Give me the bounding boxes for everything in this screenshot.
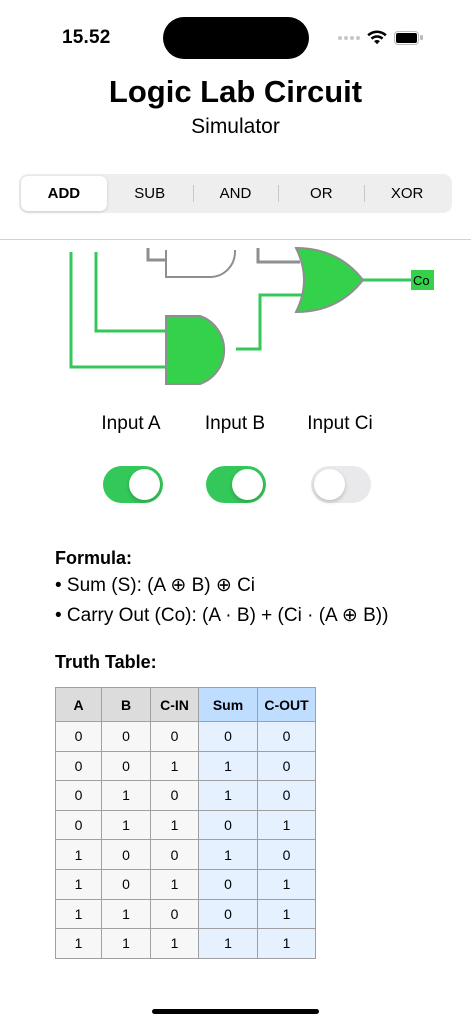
cell-sum: 1 (198, 750, 258, 782)
status-indicators (338, 30, 423, 45)
operation-picker: ADD SUB AND OR XOR (19, 174, 452, 213)
table-row: 1 0 1 0 1 (55, 868, 316, 900)
or-gate (294, 246, 365, 314)
toggle-knob (232, 469, 263, 500)
input-a-label: Input A (101, 413, 161, 434)
segment-xor[interactable]: XOR (364, 176, 450, 211)
cell-a: 1 (55, 928, 102, 959)
cell-sum: 0 (198, 721, 258, 752)
cell-sum: 0 (198, 898, 258, 930)
toggle-knob (314, 469, 345, 500)
header-c-out: C-OUT (257, 687, 316, 722)
table-row: 0 0 1 1 0 (55, 750, 316, 782)
truth-table: A B C-IN Sum C-OUT 0 0 0 0 0 0 0 1 1 0 0… (55, 687, 316, 959)
table-row: 0 0 0 0 0 (55, 721, 316, 752)
cell-a: 1 (55, 898, 102, 930)
table-row: 0 1 1 0 1 (55, 809, 316, 841)
cell-c-in: 1 (150, 809, 199, 841)
cell-sum: 1 (198, 928, 258, 959)
input-b-toggle[interactable] (206, 466, 266, 503)
status-time: 15.52 (62, 27, 111, 48)
segment-and[interactable]: AND (192, 176, 279, 211)
table-row: 0 1 0 1 0 (55, 780, 316, 811)
cell-b: 1 (101, 928, 151, 959)
formula-carry: • Carry Out (Co): (A · B) + (Ci · (A ⊕ B… (55, 605, 389, 626)
toggle-knob (129, 469, 160, 500)
cell-c-out: 1 (257, 809, 316, 841)
cell-sum: 0 (198, 809, 258, 841)
segment-add[interactable]: ADD (21, 176, 107, 211)
cell-c-out: 1 (257, 898, 316, 930)
page-title: Logic Lab Circuit (108, 74, 363, 109)
header-c-in: C-IN (150, 687, 199, 722)
cell-b: 0 (101, 868, 151, 900)
cell-c-in: 0 (150, 839, 199, 870)
inactive-and-gate (165, 250, 236, 278)
cell-b: 0 (101, 750, 151, 782)
cell-c-out: 0 (257, 839, 316, 870)
header-a: A (55, 687, 102, 722)
input-ci-toggle[interactable] (311, 466, 371, 503)
inactive-wire (256, 248, 300, 264)
cell-c-in: 0 (150, 780, 199, 811)
cell-a: 0 (55, 780, 102, 811)
formula-sum: • Sum (S): (A ⊕ B) ⊕ Ci (55, 575, 256, 596)
cell-c-in: 1 (150, 868, 199, 900)
cell-sum: 0 (198, 868, 258, 900)
input-a-toggle[interactable] (103, 466, 163, 503)
cell-b: 1 (101, 809, 151, 841)
dynamic-island (163, 17, 309, 59)
header-sum: Sum (198, 687, 258, 722)
circuit-diagram: Co (69, 246, 434, 385)
wifi-icon (367, 30, 387, 45)
segment-or[interactable]: OR (278, 176, 364, 211)
truth-table-header-row: A B C-IN Sum C-OUT (55, 687, 316, 722)
header-b: B (101, 687, 151, 722)
cell-b: 1 (101, 898, 151, 930)
cell-a: 1 (55, 839, 102, 870)
cell-a: 1 (55, 868, 102, 900)
cell-a: 0 (55, 750, 102, 782)
cell-c-in: 0 (150, 898, 199, 930)
table-row: 1 1 1 1 1 (55, 928, 316, 959)
cell-sum: 1 (198, 839, 258, 870)
table-row: 1 0 0 1 0 (55, 839, 316, 870)
cell-b: 1 (101, 780, 151, 811)
page-subtitle: Simulator (191, 115, 280, 138)
cell-b: 0 (101, 721, 151, 752)
segment-sub[interactable]: SUB (107, 176, 193, 211)
cell-c-out: 1 (257, 928, 316, 959)
cell-c-in: 1 (150, 750, 199, 782)
cell-a: 0 (55, 809, 102, 841)
cell-b: 0 (101, 839, 151, 870)
cell-c-out: 0 (257, 780, 316, 811)
wire-a (69, 252, 168, 369)
input-ci-label: Input Ci (307, 413, 373, 434)
battery-icon (394, 30, 423, 45)
cell-c-in: 1 (150, 928, 199, 959)
formula-title: Formula: (55, 548, 133, 568)
wire-and-to-or (236, 293, 303, 351)
home-indicator[interactable] (152, 1009, 319, 1014)
cell-c-out: 0 (257, 721, 316, 752)
cellular-signal-icon (338, 35, 360, 40)
cell-c-out: 1 (257, 868, 316, 900)
input-b-label: Input B (204, 413, 266, 434)
cell-c-out: 0 (257, 750, 316, 782)
table-row: 1 1 0 0 1 (55, 898, 316, 930)
cell-sum: 1 (198, 780, 258, 811)
wire-b (94, 252, 168, 333)
truth-table-title: Truth Table: (55, 652, 157, 672)
and-gate (165, 315, 226, 385)
carry-output-label: Co (413, 273, 430, 288)
cell-c-in: 0 (150, 721, 199, 752)
cell-a: 0 (55, 721, 102, 752)
